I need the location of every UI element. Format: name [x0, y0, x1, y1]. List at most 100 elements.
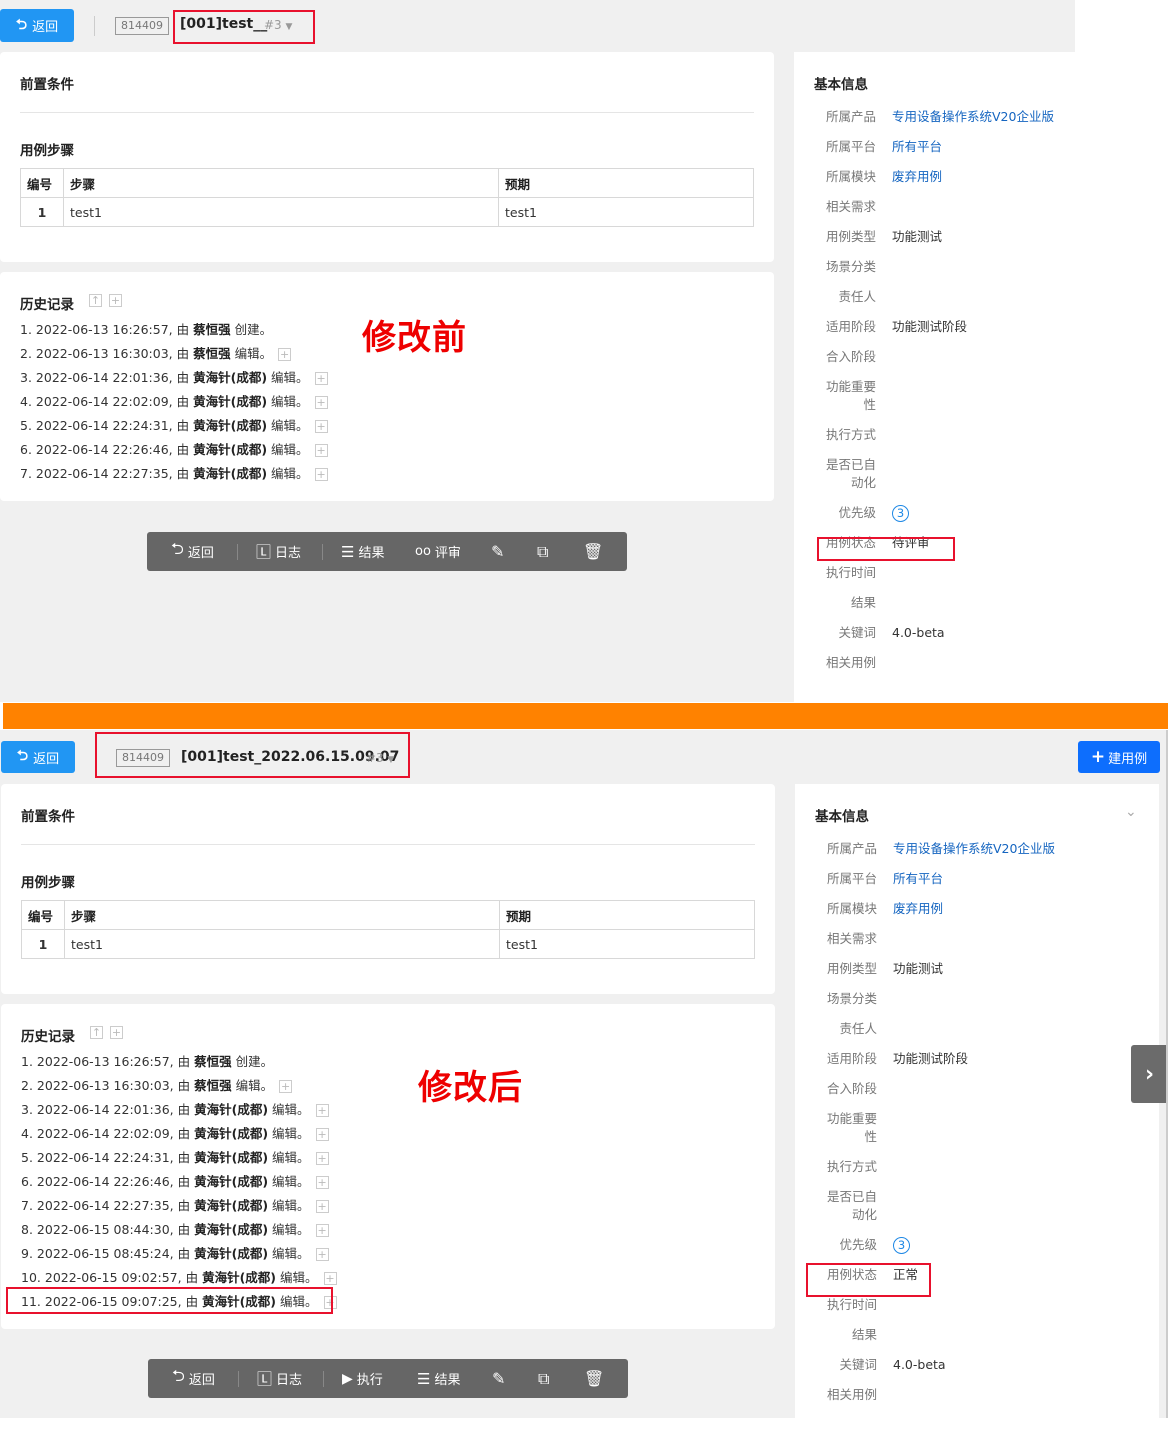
section-divider [21, 844, 755, 845]
toolbar-run-button[interactable]: ▶ 执行 [342, 1359, 383, 1398]
back-button[interactable]: ⮌ 返回 [1, 741, 75, 773]
info-link[interactable]: 废弃用例 [892, 168, 942, 186]
info-label: 执行时间 [826, 1297, 877, 1312]
col-num-header: 编号 [21, 900, 65, 930]
history-time: 2022-06-14 22:02:09, 由 [36, 1126, 191, 1141]
history-action: 编辑。 [272, 1222, 310, 1237]
toolbar-review-button[interactable]: oo 评审 [415, 532, 461, 571]
expand-icon[interactable]: + [315, 1248, 329, 1261]
expand-icon[interactable]: + [314, 420, 328, 433]
expand-icon[interactable]: + [315, 1176, 329, 1189]
steps-header-row: 编号 步骤 预期 [21, 900, 755, 930]
title-highlight-box [95, 732, 410, 778]
list-item: 6. 2022-06-14 22:26:46, 由 黄海针(成都) 编辑。 + [21, 1170, 337, 1194]
history-time: 2022-06-14 22:01:36, 由 [36, 1102, 191, 1117]
info-value: 功能测试 [892, 229, 943, 244]
copy-icon[interactable]: ⧉ [537, 532, 548, 571]
next-case-button[interactable]: › [1131, 1045, 1168, 1103]
history-action: 创建。 [235, 1054, 274, 1069]
col-step-header: 步骤 [63, 168, 499, 198]
expand-icon[interactable]: + [323, 1272, 337, 1285]
expand-all-icon[interactable]: + [109, 294, 122, 307]
info-link[interactable]: 专用设备操作系统V20企业版 [893, 840, 1055, 858]
history-user: 黄海针(成都) [193, 466, 268, 481]
history-user: 黄海针(成都) [194, 1222, 269, 1237]
info-value: 功能测试 [893, 961, 944, 976]
expand-icon[interactable]: + [278, 348, 292, 361]
step-num: 1 [20, 197, 64, 227]
expand-icon[interactable]: + [314, 372, 328, 385]
list-item: 5. 2022-06-14 22:24:31, 由 黄海针(成都) 编辑。 + [20, 414, 328, 438]
history-action: 编辑。 [271, 394, 309, 409]
toolbar-log-button[interactable]: 🄻 日志 [256, 532, 301, 571]
steps-title: 用例步骤 [20, 143, 74, 159]
info-link[interactable]: 所有平台 [892, 138, 942, 156]
history-time: 2022-06-14 22:27:35, 由 [36, 1198, 191, 1213]
edit-icon[interactable]: ✎ [491, 532, 504, 571]
expand-icon[interactable]: + [315, 1224, 329, 1237]
plus-icon: + [1090, 747, 1106, 767]
history-index: 3. [20, 370, 32, 385]
list-item: 4. 2022-06-14 22:02:09, 由 黄海针(成都) 编辑。 + [21, 1122, 337, 1146]
history-index: 3. [21, 1102, 33, 1117]
expand-icon[interactable]: + [279, 1080, 293, 1093]
list-item: 3. 2022-06-14 22:01:36, 由 黄海针(成都) 编辑。 + [21, 1098, 337, 1122]
info-label: 合入阶段 [825, 349, 876, 364]
history-time: 2022-06-14 22:26:46, 由 [35, 442, 190, 457]
info-label: 相关用例 [826, 1387, 877, 1402]
toolbar-result-button[interactable]: ☰ 结果 [341, 532, 384, 571]
edit-icon[interactable]: ✎ [492, 1359, 505, 1398]
expand-icon[interactable]: + [315, 1128, 329, 1141]
info-label: 是否已自动化 [826, 1189, 877, 1222]
expand-icon[interactable]: + [314, 396, 328, 409]
expand-icon[interactable]: + [315, 1200, 329, 1213]
info-link[interactable]: 专用设备操作系统V20企业版 [892, 108, 1054, 126]
info-value: 4.0-beta [893, 1357, 946, 1372]
info-label: 适用阶段 [826, 1051, 877, 1066]
history-list: 1. 2022-06-13 16:26:57, 由 蔡恒强 创建。 2. 2022… [21, 1050, 337, 1314]
delete-icon[interactable]: 🗑 [584, 1359, 604, 1398]
list-item: 7. 2022-06-14 22:27:35, 由 黄海针(成都) 编辑。 + [20, 462, 328, 486]
basic-info-title: 基本信息 [814, 77, 868, 93]
expand-icon[interactable]: + [315, 1152, 329, 1165]
before-label: 修改前 [362, 318, 467, 358]
sort-up-icon[interactable]: ↑ [89, 294, 102, 307]
scrollbar[interactable] [1166, 730, 1168, 1418]
toolbar-result-button[interactable]: ☰ 结果 [417, 1359, 460, 1398]
back-button[interactable]: ⮌ 返回 [0, 9, 74, 42]
delete-icon[interactable]: 🗑 [583, 532, 603, 571]
info-link[interactable]: 废弃用例 [893, 900, 943, 918]
expand-all-icon[interactable]: + [110, 1026, 123, 1039]
copy-icon[interactable]: ⧉ [538, 1359, 549, 1398]
title-highlight-box [173, 10, 315, 44]
create-case-button[interactable]: + 建用例 [1078, 741, 1160, 773]
toolbar-log-button[interactable]: 🄻 日志 [257, 1359, 302, 1398]
steps-card: 前置条件 用例步骤 编号 步骤 预期 1 test1 test1 [0, 52, 774, 262]
sort-up-icon[interactable]: ↑ [90, 1026, 103, 1039]
list-icon: ☰ [341, 542, 355, 561]
chevron-down-icon[interactable]: ⌄ [1125, 804, 1137, 820]
expand-icon[interactable]: + [314, 444, 328, 457]
history-time: 2022-06-15 09:02:57, 由 [44, 1270, 199, 1285]
step-text: test1 [63, 197, 499, 227]
history-user: 黄海针(成都) [193, 370, 268, 385]
toolbar-back-button[interactable]: ⮌ 返回 [171, 532, 214, 571]
info-link[interactable]: 所有平台 [893, 870, 943, 888]
log-icon: 🄻 [257, 1370, 273, 1388]
priority-badge: 3 [893, 1236, 910, 1254]
expand-icon[interactable]: + [314, 468, 328, 481]
toolbar-back-button[interactable]: ⮌ 返回 [172, 1359, 215, 1398]
info-label: 结果 [851, 1327, 877, 1342]
undo-icon: ⮌ [15, 16, 28, 33]
expand-icon[interactable]: + [315, 1104, 329, 1117]
chevron-right-icon: › [1144, 1061, 1155, 1087]
list-item: 5. 2022-06-14 22:24:31, 由 黄海针(成都) 编辑。 + [21, 1146, 337, 1170]
info-label: 责任人 [838, 289, 876, 304]
section-divider [20, 112, 754, 113]
action-toolbar: ⮌ 返回 🄻 日志 ▶ 执行 ☰ 结果 ✎ ⧉ 🗑 [148, 1359, 628, 1398]
history-action: 编辑。 [271, 442, 309, 457]
info-label: 优先级 [839, 1237, 877, 1252]
after-panel: ⮌ 返回 814409 [001]test_2022.06.15.09.07 #… [0, 730, 1168, 1418]
history-user: 黄海针(成都) [194, 1150, 269, 1165]
history-user: 蔡恒强 [193, 346, 231, 361]
